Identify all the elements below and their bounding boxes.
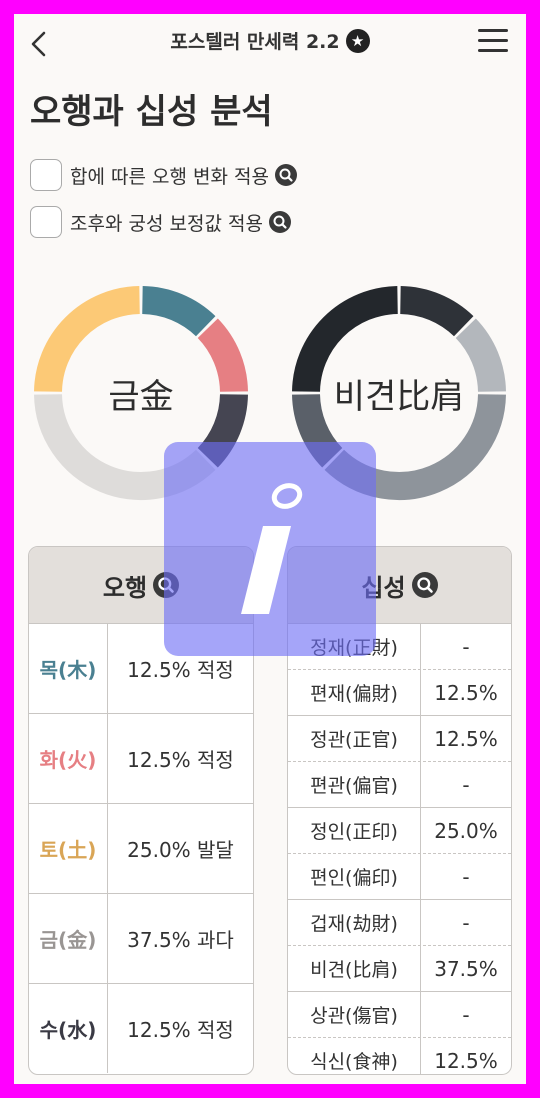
combination-label: 합에 따른 오행 변화 적용 — [70, 165, 269, 188]
element-value: 37.5% 과다 — [127, 928, 234, 952]
ten-god-value: - — [462, 910, 470, 935]
ten-gods-row: 정관(正官) 12.5% — [288, 716, 511, 762]
search-icon[interactable] — [268, 211, 291, 233]
element-name: 화(火) — [29, 714, 108, 803]
correction-checkbox[interactable] — [30, 206, 62, 238]
ten-god-value: - — [462, 634, 470, 659]
ten-god-name: 상관(傷官) — [288, 992, 421, 1037]
ten-gods-row: 편재(偏財) 12.5% — [288, 670, 511, 716]
ten-god-name: 정관(正官) — [288, 716, 421, 761]
ten-god-name: 정인(正印) — [288, 808, 421, 853]
ten-god-value: 25.0% — [434, 818, 498, 843]
ten-gods-row: 비견(比肩) 37.5% — [288, 946, 511, 992]
ten-god-value: 12.5% — [434, 726, 498, 751]
element-name: 토(土) — [29, 804, 108, 893]
ten-god-name: 편재(偏財) — [288, 670, 421, 715]
element-value: 12.5% 적정 — [127, 1018, 234, 1042]
element-name: 수(水) — [29, 984, 108, 1073]
info-overlay[interactable] — [164, 442, 376, 656]
info-icon — [241, 483, 303, 614]
search-icon[interactable] — [411, 572, 438, 598]
ten-god-value: 12.5% — [434, 680, 498, 705]
page-title: 오행과 십성 분석 — [30, 92, 273, 132]
option-correction[interactable]: 조후와 궁성 보정값 적용 — [30, 204, 291, 240]
ten-god-value: - — [462, 1002, 470, 1027]
elements-card-title: 오행 — [102, 573, 148, 602]
ten-god-name: 편관(偏官) — [288, 762, 421, 807]
ten-god-name: 비견(比肩) — [288, 946, 421, 991]
ten-gods-row: 편관(偏官) - — [288, 762, 511, 808]
ten-god-value: 37.5% — [434, 956, 498, 981]
ten-god-name: 편인(偏印) — [288, 854, 421, 899]
ten-gods-row: 정인(正印) 25.0% — [288, 808, 511, 854]
correction-label: 조후와 궁성 보정값 적용 — [70, 212, 263, 235]
top-bar: 포스텔러 만세력 2.2 ★ — [14, 14, 526, 74]
elements-row-earth: 토(土) 25.0% 발달 — [29, 804, 253, 894]
ten-god-value: 12.5% — [434, 1048, 498, 1073]
ten-god-value: - — [462, 864, 470, 889]
ten-god-name: 식신(食神) — [288, 1038, 421, 1074]
combination-checkbox[interactable] — [30, 159, 62, 191]
ten-god-value: - — [462, 772, 470, 797]
app-title-text: 포스텔러 만세력 2.2 — [170, 31, 340, 53]
element-value: 12.5% 적정 — [127, 748, 234, 772]
element-name: 목(木) — [29, 624, 108, 713]
ten-gods-row: 상관(傷官) - — [288, 992, 511, 1038]
element-value: 25.0% 발달 — [127, 838, 234, 862]
elements-row-water: 수(水) 12.5% 적정 — [29, 984, 253, 1073]
app-screen: 포스텔러 만세력 2.2 ★ 오행과 십성 분석 합에 따른 오행 변화 적용 조… — [14, 14, 526, 1084]
ten-gods-row: 겁재(劫財) - — [288, 900, 511, 946]
hamburger-menu-icon[interactable] — [478, 29, 508, 55]
back-arrow-icon[interactable] — [26, 30, 54, 58]
ten-gods-row: 식신(食神) 12.5% — [288, 1038, 511, 1074]
star-icon[interactable]: ★ — [345, 28, 370, 53]
option-combination[interactable]: 합에 따른 오행 변화 적용 — [30, 157, 297, 193]
element-name: 금(金) — [29, 894, 108, 983]
app-title: 포스텔러 만세력 2.2 ★ — [14, 14, 526, 70]
ten-gods-row: 편인(偏印) - — [288, 854, 511, 900]
ten-god-name: 겁재(劫財) — [288, 900, 421, 945]
elements-row-fire: 화(火) 12.5% 적정 — [29, 714, 253, 804]
elements-row-metal: 금(金) 37.5% 과다 — [29, 894, 253, 984]
search-icon[interactable] — [274, 164, 297, 186]
